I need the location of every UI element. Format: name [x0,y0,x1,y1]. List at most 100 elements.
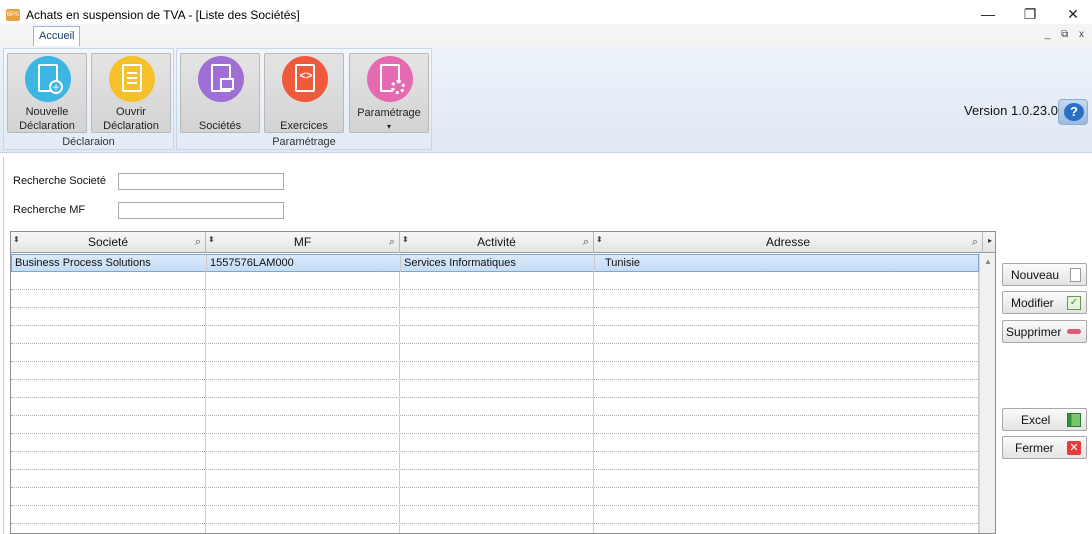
close-button[interactable]: ✕ [1058,4,1088,24]
table-cell [11,452,206,469]
window-title: Achats en suspension de TVA - [Liste des… [26,8,300,22]
table-cell [206,362,400,379]
button-label-line1: Nouvelle [25,106,69,118]
table-cell [594,434,979,451]
table-cell [594,272,979,289]
table-cell [11,326,206,343]
search-mf-input[interactable] [118,202,284,219]
scroll-up-icon[interactable]: ▲ [984,257,992,266]
button-label: Paramétrage [357,107,421,119]
table-cell [400,326,594,343]
version-label: Version 1.0.23.0 [964,103,1058,118]
group-parametrage: Sociétés <> Exercices Paramétrage ▾ Para… [176,48,432,150]
tab-accueil[interactable]: Accueil [33,26,81,46]
table-row[interactable] [11,524,979,533]
minimize-button[interactable]: — [973,4,1003,24]
table-cell [400,290,594,307]
ribbon: + Nouvelle Déclaration Ouvrir Déclaratio… [0,46,1092,153]
table-row[interactable] [11,290,979,308]
remove-icon [1067,329,1081,334]
table-cell [400,452,594,469]
new-document-icon: + [25,56,71,102]
search-societe-label: Recherche Societé [13,175,106,187]
table-cell [594,452,979,469]
sort-icon: ⬍ [402,235,409,244]
group-label: Déclaraion [62,136,115,148]
table-cell [400,434,594,451]
parametrage-dropdown-button[interactable]: Paramétrage ▾ [349,53,429,133]
table-cell [206,380,400,397]
societes-grid[interactable]: ⬍ Societé ⌕ ⬍ MF ⌕ ⬍ Activité ⌕ ⬍ Adress… [10,231,996,534]
table-cell [400,380,594,397]
table-row[interactable] [11,506,979,524]
column-header-adresse[interactable]: ⬍ Adresse ⌕ [594,232,983,253]
edit-check-icon: ✓ [1067,296,1081,310]
restore-button[interactable]: ❐ [1015,4,1045,24]
supprimer-button[interactable]: Supprimer [1002,320,1087,343]
fermer-button[interactable]: Fermer ✕ [1002,436,1087,459]
ribbon-tab-strip: Accueil _ ⧉ x [0,24,1092,46]
table-cell [594,506,979,523]
table-cell [11,488,206,505]
table-cell [400,488,594,505]
table-row[interactable] [11,362,979,380]
excel-icon [1067,413,1081,427]
table-row[interactable] [11,434,979,452]
table-cell [400,416,594,433]
table-cell [400,524,594,533]
table-cell [594,308,979,325]
mdi-window-controls[interactable]: _ ⧉ x [1045,29,1088,40]
company-icon [198,56,244,102]
table-cell [594,488,979,505]
table-cell [11,506,206,523]
table-row[interactable]: Business Process Solutions 1557576LAM000 S… [11,254,980,272]
button-label: Sociétés [198,120,242,132]
table-cell [400,362,594,379]
table-row[interactable] [11,272,979,290]
table-row[interactable] [11,416,979,434]
vertical-scrollbar[interactable]: ▲ [979,253,995,533]
table-cell [400,308,594,325]
help-button[interactable]: ? [1058,99,1088,125]
table-row[interactable] [11,380,979,398]
table-row[interactable] [11,488,979,506]
table-cell [594,524,979,533]
modifier-button[interactable]: Modifier ✓ [1002,291,1087,314]
sort-icon: ⬍ [596,235,603,244]
button-label-line1: Ouvrir [116,106,146,118]
table-cell [400,344,594,361]
nouveau-button[interactable]: Nouveau [1002,263,1087,286]
column-header-activite[interactable]: ⬍ Activité ⌕ [400,232,594,253]
table-cell [594,416,979,433]
table-row[interactable] [11,326,979,344]
search-societe-input[interactable] [118,173,284,190]
excel-button[interactable]: Excel [1002,408,1087,431]
exercices-button[interactable]: <> Exercices [264,53,344,133]
column-header-mf[interactable]: ⬍ MF ⌕ [206,232,400,253]
nouvelle-declaration-button[interactable]: + Nouvelle Déclaration [7,53,87,133]
table-row[interactable] [11,470,979,488]
table-row[interactable] [11,308,979,326]
table-cell [206,452,400,469]
chevron-right-icon[interactable]: ▸ [988,236,992,245]
table-row[interactable] [11,398,979,416]
societes-button[interactable]: Sociétés [180,53,260,133]
help-icon: ? [1064,103,1084,121]
table-row[interactable] [11,452,979,470]
table-cell: Tunisie [595,255,980,272]
table-cell [594,470,979,487]
table-cell [11,434,206,451]
table-cell [11,524,206,533]
table-cell [11,416,206,433]
table-row[interactable] [11,344,979,362]
table-cell [206,344,400,361]
table-cell [206,488,400,505]
column-header-societe[interactable]: ⬍ Societé ⌕ [11,232,206,253]
ouvrir-declaration-button[interactable]: Ouvrir Déclaration [91,53,171,133]
search-icon: ⌕ [194,236,201,248]
table-cell [11,470,206,487]
table-cell: Business Process Solutions [12,255,207,272]
table-cell [594,344,979,361]
table-cell: Services Informatiques [401,255,595,272]
settings-document-icon [367,56,413,102]
